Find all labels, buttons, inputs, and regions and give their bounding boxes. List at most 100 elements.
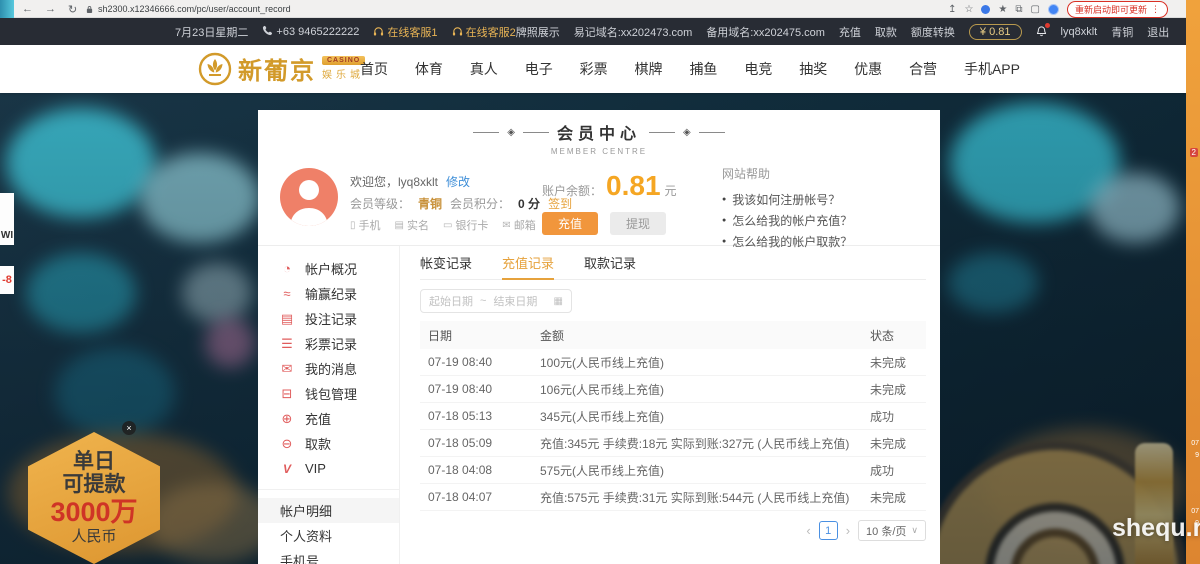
tab-1[interactable]: 充值记录 <box>502 246 554 279</box>
screen: ← → ↻ sh2300.x12346666.com/pc/user/accou… <box>0 0 1200 564</box>
cell-amount: 100元(人民币线上充值) <box>532 354 862 371</box>
nav-item-4[interactable]: 彩票 <box>580 59 608 79</box>
promo-line4: 人民币 <box>71 528 116 546</box>
tab-0[interactable]: 帐变记录 <box>420 246 472 279</box>
balance-pill[interactable]: ¥ 0.81 <box>969 24 1022 40</box>
topbar-username[interactable]: lyq8xklt <box>1061 26 1098 38</box>
balance-label: 账户余额： <box>542 182 602 199</box>
nav-item-5[interactable]: 棋牌 <box>635 59 663 79</box>
tabs-icon[interactable]: ⧉ <box>1015 4 1022 15</box>
nav-item-2[interactable]: 真人 <box>470 59 498 79</box>
verify-item-idcard[interactable]: ▤实名 <box>395 217 429 233</box>
nav-item-3[interactable]: 电子 <box>525 59 553 79</box>
nav-item-6[interactable]: 捕鱼 <box>689 59 717 79</box>
back-icon[interactable]: ← <box>22 3 33 15</box>
notification-bell-button[interactable] <box>1036 26 1047 37</box>
deposit-button[interactable]: 充值 <box>542 212 598 235</box>
topbar-transfer-link[interactable]: 额度转换 <box>911 24 955 40</box>
nav-item-9[interactable]: 优惠 <box>854 59 882 79</box>
sidebar-subitem-0[interactable]: 帐户明细 <box>258 498 399 523</box>
help-list: ●我该如何注册帐号？●怎么给我的帐户充值？●怎么给我的帐户取款？ <box>722 189 927 252</box>
nav-item-1[interactable]: 体育 <box>415 59 443 79</box>
help-text: 怎么给我的帐户充值？ <box>732 212 852 229</box>
cell-date: 07-18 04:07 <box>420 490 532 504</box>
cell-status: 未完成 <box>862 381 926 398</box>
sidebar-item-2[interactable]: ▤投注记录 <box>258 306 399 331</box>
verify-label: 实名 <box>407 217 429 233</box>
phone_small-icon: ▯ <box>350 220 356 231</box>
headset-icon <box>452 26 463 37</box>
nav-item-10[interactable]: 合营 <box>909 59 937 79</box>
page-number[interactable]: 1 <box>819 521 838 540</box>
help-item-0[interactable]: ●我该如何注册帐号？ <box>722 189 927 210</box>
profile-avatar[interactable] <box>1048 4 1059 15</box>
verify-item-bankcard[interactable]: ▭银行卡 <box>443 217 488 233</box>
background-window-strip: 2 07 9 07 9 <box>1186 0 1200 564</box>
topbar-withdraw-link[interactable]: 取款 <box>875 24 897 40</box>
help-item-2[interactable]: ●怎么给我的帐户取款？ <box>722 231 927 252</box>
sidebar-item-0[interactable]: ◔帐户概况 <box>258 256 399 281</box>
lock-icon <box>86 5 93 14</box>
sidebar-menu: ◔帐户概况≈输赢纪录▤投注记录☰彩票记录✉我的消息⊟钱包管理⊕充值⊖取款VVIP <box>258 256 399 481</box>
site-logo[interactable]: 新葡京 CASINO 娱乐城 <box>198 51 365 86</box>
date-start-placeholder: 起始日期 <box>429 293 473 309</box>
help-item-1[interactable]: ● 怎么给我的帐户充值？ <box>722 210 927 231</box>
extension-icon[interactable] <box>981 5 990 14</box>
verify-item-mail[interactable]: ✉邮箱 <box>502 217 535 233</box>
list-icon: ☰ <box>280 336 294 352</box>
nav-item-11[interactable]: 手机APP <box>964 59 1020 79</box>
reload-icon[interactable]: ↻ <box>68 3 77 16</box>
menu-dots-icon[interactable]: ⋮ <box>1151 4 1160 15</box>
date-range-picker[interactable]: 起始日期 ~ 结束日期 ▦ <box>420 289 572 313</box>
url-bar[interactable]: sh2300.x12346666.com/pc/user/account_rec… <box>86 0 291 18</box>
prev-page-icon[interactable]: ‹ <box>806 523 810 538</box>
phone-link[interactable]: +63 9465222222 <box>262 25 359 38</box>
nav-item-7[interactable]: 电竞 <box>744 59 772 79</box>
star-icon[interactable]: ★ <box>998 4 1007 15</box>
share-icon[interactable]: ↥ <box>948 4 956 15</box>
site-topbar: 7月23日星期二 +63 9465222222 在线客服1 在线客服2 牌照展示… <box>0 18 1186 45</box>
close-promo-button[interactable]: × <box>122 421 136 435</box>
modify-link[interactable]: 修改 <box>446 173 470 190</box>
forward-icon[interactable]: → <box>45 3 56 15</box>
nav-item-8[interactable]: 抽奖 <box>799 59 827 79</box>
license-link[interactable]: 牌照展示 <box>516 24 560 40</box>
cell-date: 07-18 05:09 <box>420 436 532 450</box>
bullet-icon: ● <box>722 217 726 224</box>
service2-link[interactable]: 在线客服2 <box>452 24 516 40</box>
date-end-placeholder: 结束日期 <box>493 293 537 309</box>
browser-chrome: ← → ↻ sh2300.x12346666.com/pc/user/accou… <box>0 0 1186 18</box>
sidebar-item-5[interactable]: ⊟钱包管理 <box>258 381 399 406</box>
topbar-deposit-link[interactable]: 充值 <box>839 24 861 40</box>
sidebar-item-8[interactable]: VVIP <box>258 456 399 481</box>
fragment-text: -8 <box>2 274 12 286</box>
background-window-fragment <box>0 0 14 18</box>
points-label: 会员积分： <box>450 195 510 212</box>
sidebar-item-1[interactable]: ≈输赢纪录 <box>258 281 399 306</box>
service1-link[interactable]: 在线客服1 <box>373 24 437 40</box>
tab-2[interactable]: 取款记录 <box>584 246 636 279</box>
sidebar-subitem-2[interactable]: 手机号 <box>258 548 399 564</box>
next-page-icon[interactable]: › <box>846 523 850 538</box>
sidebar-subitem-1[interactable]: 个人资料 <box>258 523 399 548</box>
update-browser-button[interactable]: 重新启动即可更新 ⋮ <box>1067 1 1168 18</box>
window-icon[interactable]: ▢ <box>1031 4 1040 15</box>
page-size-select[interactable]: 10 条/页 ∨ <box>858 520 926 541</box>
sidebar-item-3[interactable]: ☰彩票记录 <box>258 331 399 356</box>
sidebar-item-6[interactable]: ⊕充值 <box>258 406 399 431</box>
sidebar-item-4[interactable]: ✉我的消息 <box>258 356 399 381</box>
diamond-icon: ◈ <box>507 127 515 138</box>
bullet-icon: ● <box>722 196 726 203</box>
bookmark-icon[interactable]: ☆ <box>964 4 973 15</box>
sidebar-item-7[interactable]: ⊖取款 <box>258 431 399 456</box>
phone-number: +63 9465222222 <box>276 26 359 38</box>
fragment-text: 07 <box>1191 440 1199 447</box>
welcome-text: 欢迎您，lyq8xklt <box>350 173 438 190</box>
user-avatar[interactable] <box>280 168 338 226</box>
verify-item-phone_small[interactable]: ▯手机 <box>350 217 381 233</box>
withdraw-button[interactable]: 提现 <box>610 212 666 235</box>
nav-item-0[interactable]: 首页 <box>360 59 388 79</box>
promo-line3: 3000万 <box>50 497 137 528</box>
logout-link[interactable]: 退出 <box>1147 24 1169 40</box>
promo-line2: 可提款 <box>63 473 126 497</box>
